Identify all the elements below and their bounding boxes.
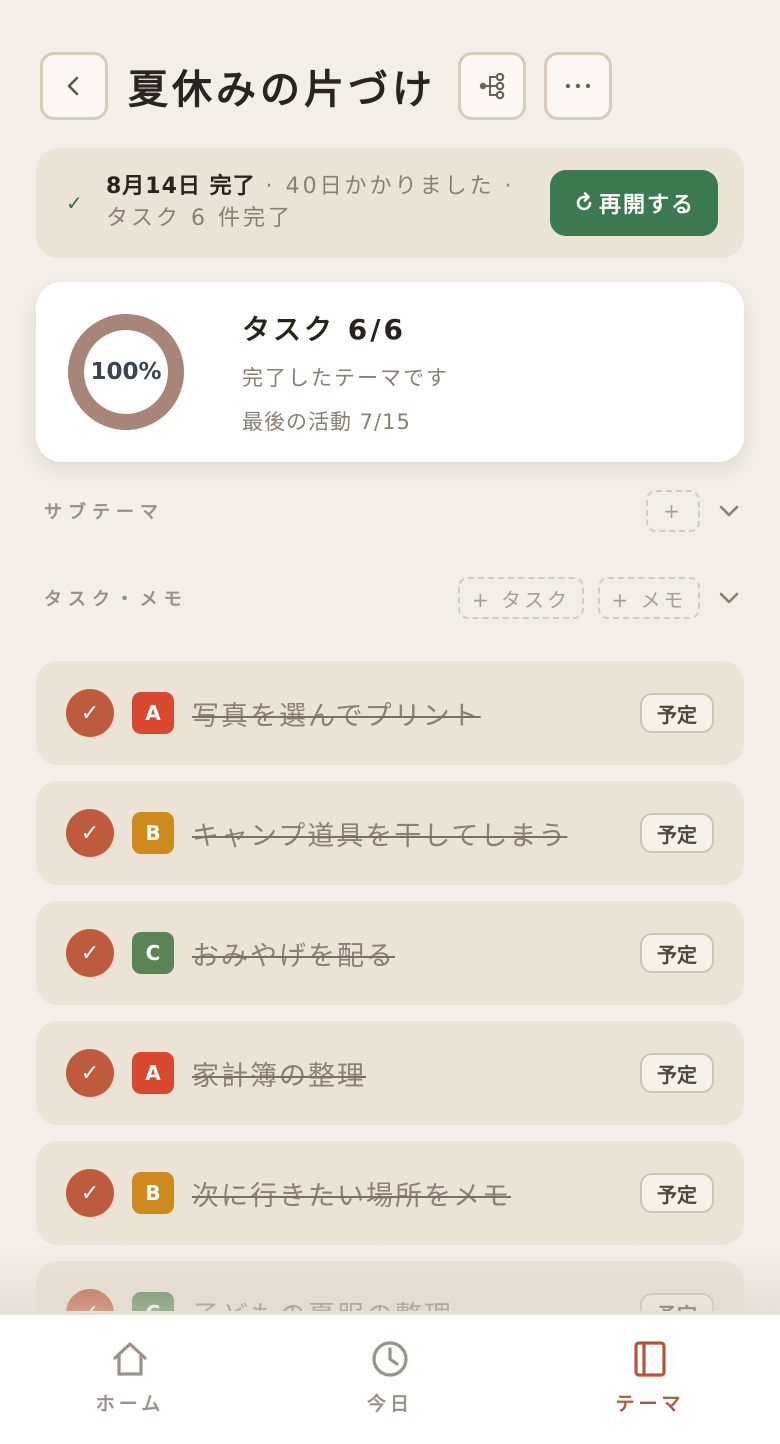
progress-ring: 100%	[66, 312, 186, 432]
task-name: 次に行きたい場所をメモ	[192, 1180, 511, 1212]
task-name: 子どもの夏服の整理	[192, 1294, 640, 1312]
progress-card: 100% タスク 6/6 完了したテーマです 最後の活動 7/15	[36, 282, 744, 462]
task-row[interactable]: ✓ B 次に行きたい場所をメモ 予定	[36, 1141, 744, 1245]
completion-banner: ✓ 8月14日 完了 · 40日かかりました · タスク 6 件完了 再開する	[36, 148, 744, 258]
task-name: 家計簿の整理	[192, 1060, 366, 1092]
completion-text: 8月14日 完了 · 40日かかりました · タスク 6 件完了	[106, 171, 550, 235]
reopen-label: 再開する	[598, 193, 695, 218]
completion-date: 8月14日 完了	[106, 174, 256, 199]
back-button[interactable]	[40, 52, 108, 120]
subtheme-label: サブテーマ	[44, 502, 164, 523]
task-tag[interactable]: 予定	[640, 813, 714, 853]
task-checkbox[interactable]: ✓	[66, 689, 114, 737]
page-title: 夏休みの片づけ	[128, 67, 436, 113]
priority-badge: B	[132, 1172, 174, 1214]
bottom-nav: ホーム 今日 テーマ	[0, 1314, 780, 1444]
task-tag[interactable]: 予定	[640, 1173, 714, 1213]
subtheme-section: サブテーマ +	[44, 489, 740, 533]
progress-info: タスク 6/6 完了したテーマです 最後の活動 7/15	[242, 308, 449, 436]
nav-today-label: 今日	[366, 1393, 413, 1415]
reopen-button[interactable]: 再開する	[550, 170, 718, 236]
nav-theme[interactable]: テーマ	[520, 1315, 780, 1444]
subtheme-toggle[interactable]	[700, 504, 740, 518]
nav-theme-label: テーマ	[615, 1393, 685, 1415]
structure-button[interactable]	[458, 52, 526, 120]
task-count: タスク 6/6	[242, 313, 406, 346]
chevron-down-icon	[719, 505, 739, 517]
clock-icon	[372, 1341, 408, 1377]
task-row[interactable]: ✓ C 子どもの夏服の整理 予定	[36, 1261, 744, 1311]
task-name: 写真を選んでプリント	[192, 700, 481, 732]
last-activity: 最後の活動 7/15	[242, 410, 411, 434]
add-task-button[interactable]: + タスク	[458, 577, 584, 619]
more-button[interactable]	[544, 52, 612, 120]
check-icon: ✓	[66, 191, 83, 215]
tasks-label: タスク・メモ	[44, 589, 188, 610]
priority-badge: A	[132, 692, 174, 734]
reopen-icon	[576, 192, 592, 211]
task-name: おみやげを配る	[192, 940, 395, 972]
nav-home[interactable]: ホーム	[0, 1315, 260, 1444]
task-checkbox[interactable]: ✓	[66, 1289, 114, 1311]
task-checkbox[interactable]: ✓	[66, 809, 114, 857]
task-list: ✓ A 写真を選んでプリント 予定 ✓ B キャンプ道具を干してしまう 予定 ✓…	[36, 661, 744, 1311]
tasks-section: タスク・メモ + タスク + メモ	[44, 576, 740, 620]
add-subtheme-button[interactable]: +	[646, 490, 700, 532]
nav-home-label: ホーム	[95, 1393, 165, 1415]
chevron-down-icon	[719, 592, 739, 604]
task-row[interactable]: ✓ B キャンプ道具を干してしまう 予定	[36, 781, 744, 885]
book-icon	[634, 1341, 666, 1377]
task-checkbox[interactable]: ✓	[66, 1169, 114, 1217]
chevron-left-icon	[67, 76, 79, 96]
task-row[interactable]: ✓ A 写真を選んでプリント 予定	[36, 661, 744, 765]
task-checkbox[interactable]: ✓	[66, 1049, 114, 1097]
progress-percent: 100%	[90, 359, 162, 385]
priority-badge: C	[132, 932, 174, 974]
task-row[interactable]: ✓ C おみやげを配る 予定	[36, 901, 744, 1005]
task-tag[interactable]: 予定	[640, 693, 714, 733]
tasks-toggle[interactable]	[700, 591, 740, 605]
nav-today[interactable]: 今日	[260, 1315, 520, 1444]
priority-badge: C	[132, 1292, 174, 1311]
task-tag[interactable]: 予定	[640, 1293, 714, 1311]
progress-subtitle: 完了したテーマです	[242, 366, 449, 390]
add-memo-button[interactable]: + メモ	[598, 577, 700, 619]
task-tag[interactable]: 予定	[640, 1053, 714, 1093]
task-tag[interactable]: 予定	[640, 933, 714, 973]
priority-badge: A	[132, 1052, 174, 1094]
home-icon	[113, 1342, 147, 1376]
task-name: キャンプ道具を干してしまう	[192, 820, 568, 852]
priority-badge: B	[132, 812, 174, 854]
tree-icon	[479, 72, 505, 100]
header: 夏休みの片づけ	[40, 52, 740, 120]
task-row[interactable]: ✓ A 家計簿の整理 予定	[36, 1021, 744, 1125]
task-checkbox[interactable]: ✓	[66, 929, 114, 977]
more-icon	[565, 83, 591, 89]
